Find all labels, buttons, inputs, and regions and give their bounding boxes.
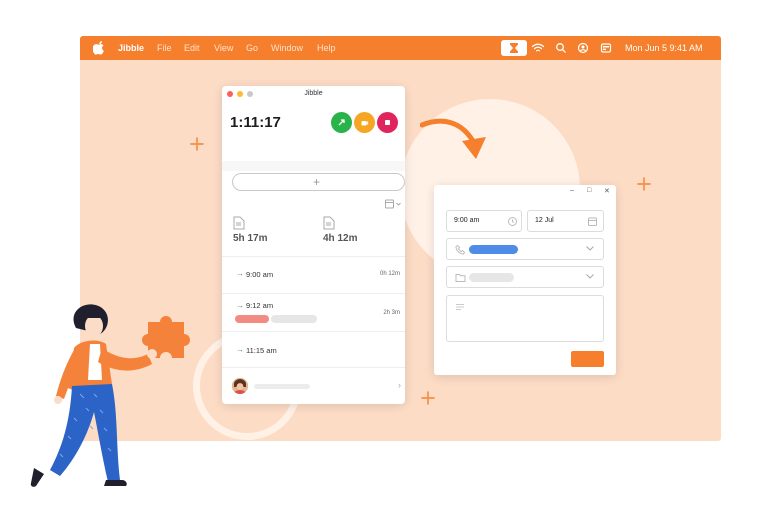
notes-icon <box>456 304 464 310</box>
divider <box>222 161 405 171</box>
activity-select[interactable] <box>446 238 604 260</box>
time-field[interactable]: 9:00 am <box>446 210 522 232</box>
calendar-icon <box>588 217 597 226</box>
search-icon[interactable] <box>555 40 567 56</box>
menu-edit[interactable]: Edit <box>184 43 200 53</box>
folder-icon <box>455 274 466 282</box>
chevron-down-icon <box>586 246 594 251</box>
entry-time: 9:12 am <box>246 301 274 310</box>
project-tag <box>271 315 317 323</box>
document-icon <box>233 216 245 230</box>
time-entry-row[interactable]: → 11:15 am <box>222 331 405 368</box>
menu-clock[interactable]: Mon Jun 5 9:41 AM <box>625 43 703 53</box>
time-entry-row[interactable]: → 9:00 am 0h 12m <box>222 256 405 293</box>
switch-activity-button[interactable] <box>331 112 352 133</box>
entry-duration: 2h 3m <box>383 310 400 316</box>
user-footer[interactable]: › <box>222 367 405 404</box>
menu-window[interactable]: Window <box>271 43 303 53</box>
wifi-icon[interactable] <box>531 40 545 56</box>
calendar-dropdown-icon[interactable] <box>385 199 401 209</box>
coffee-icon <box>361 121 369 126</box>
clock-out-button[interactable] <box>377 112 398 133</box>
close-icon[interactable]: ✕ <box>604 187 610 195</box>
entry-time: 11:15 am <box>246 346 277 355</box>
menu-go[interactable]: Go <box>246 43 258 53</box>
menu-help[interactable]: Help <box>317 43 336 53</box>
menu-view[interactable]: View <box>214 43 233 53</box>
entry-duration: 0h 12m <box>379 271 400 277</box>
illustration-stage: Jibble File Edit View Go Window Help Mon… <box>0 0 768 514</box>
time-entry-dialog: – □ ✕ 9:00 am 12 Jul <box>434 185 616 375</box>
date-field-value: 12 Jul <box>535 217 554 224</box>
menu-bar: Jibble File Edit View Go Window Help Mon… <box>80 36 721 60</box>
user-name-placeholder <box>254 384 310 389</box>
project-chip <box>469 273 514 282</box>
phone-icon <box>455 244 466 255</box>
sparkle-icon <box>190 137 204 151</box>
clock-icon <box>508 217 517 226</box>
notes-textarea[interactable] <box>446 295 604 342</box>
clock-in-icon: → <box>236 345 244 354</box>
date-field[interactable]: 12 Jul <box>527 210 604 232</box>
stat-tracked-value: 5h 17m <box>233 233 268 244</box>
apple-icon[interactable] <box>93 41 105 55</box>
clock-in-icon: → <box>236 269 244 278</box>
timer-display: 1:11:17 <box>230 114 281 131</box>
avatar[interactable] <box>232 378 248 394</box>
widget-titlebar: Jibble <box>222 86 405 102</box>
save-button[interactable] <box>571 351 604 367</box>
document-icon <box>323 216 335 230</box>
jibble-tray-button[interactable] <box>501 40 527 56</box>
stop-icon <box>385 120 390 125</box>
swap-icon <box>338 119 345 126</box>
break-button[interactable] <box>354 112 375 133</box>
hourglass-icon <box>510 43 518 53</box>
maximize-icon[interactable]: □ <box>587 187 591 194</box>
control-center-icon[interactable] <box>600 40 612 56</box>
widget-title: Jibble <box>304 90 323 97</box>
user-circle-icon[interactable] <box>577 40 589 56</box>
entry-time: 9:00 am <box>246 270 274 279</box>
jibble-widget-window: Jibble 1:11:17 + 5h 17m 4h 12m → 9:00 am… <box>222 86 405 404</box>
plus-icon: + <box>313 175 321 189</box>
person-avatar-icon <box>232 378 248 394</box>
time-field-value: 9:00 am <box>454 217 480 224</box>
menu-app-name[interactable]: Jibble <box>118 43 144 53</box>
activity-tag <box>235 315 269 323</box>
menu-file[interactable]: File <box>157 43 172 53</box>
time-entry-row[interactable]: → 9:12 am 2h 3m <box>222 293 405 331</box>
stat-worked-value: 4h 12m <box>323 233 358 244</box>
woman-with-puzzle-illustration <box>30 304 190 487</box>
sparkle-icon <box>637 177 651 191</box>
sparkle-icon <box>421 391 435 405</box>
add-entry-button[interactable]: + <box>232 173 405 191</box>
curved-arrow-icon <box>420 118 486 159</box>
activity-chip <box>469 245 518 254</box>
project-select[interactable] <box>446 266 604 288</box>
chevron-right-icon[interactable]: › <box>398 380 401 390</box>
clock-in-icon: → <box>236 301 244 310</box>
chevron-down-icon <box>586 274 594 279</box>
minimize-icon[interactable]: – <box>570 187 574 194</box>
